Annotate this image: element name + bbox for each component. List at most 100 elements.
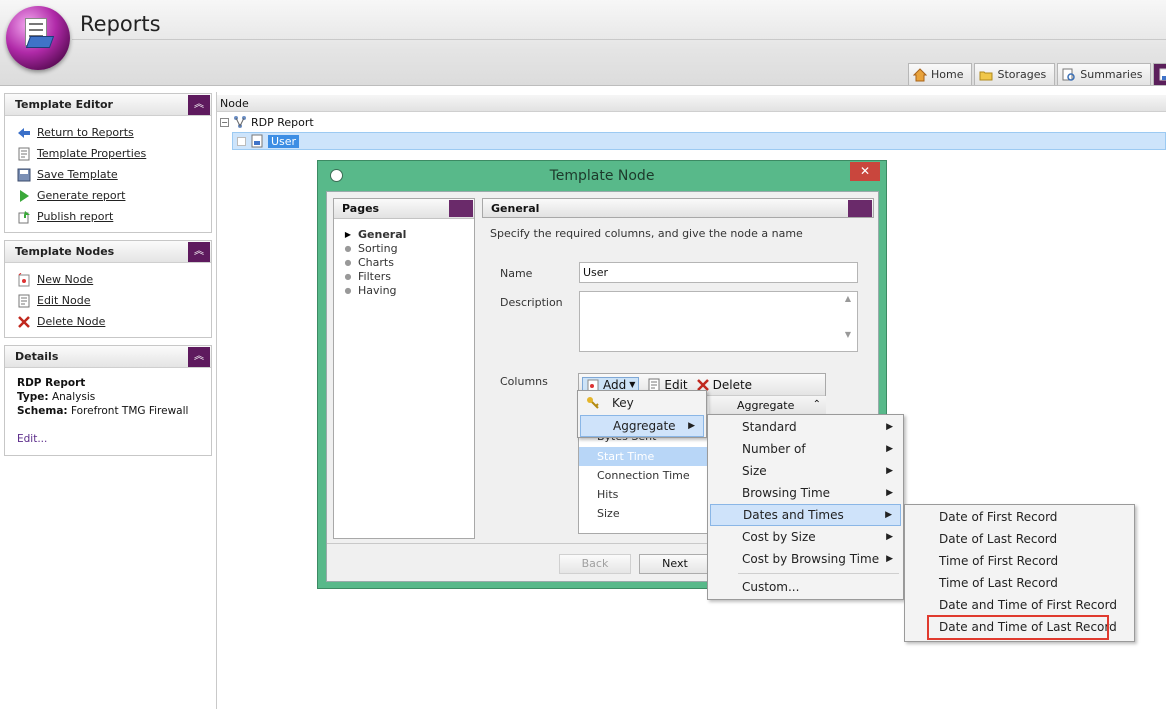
sort-up-icon: ⌃ bbox=[812, 399, 821, 410]
details-body: RDP Report Type: Analysis Schema: Forefr… bbox=[5, 368, 211, 454]
page-item-general[interactable]: ▶ General bbox=[344, 227, 474, 241]
edit-node-label[interactable]: Edit Node bbox=[37, 294, 91, 307]
dropdown-arrow-icon: ▼ bbox=[629, 380, 636, 389]
menu-standard-label: Standard bbox=[742, 420, 797, 434]
key-icon bbox=[587, 397, 599, 409]
node-column-header: Node bbox=[217, 95, 1166, 112]
general-header: General bbox=[482, 198, 874, 218]
return-to-reports-label[interactable]: Return to Reports bbox=[37, 126, 134, 139]
menu-item-time-first-record[interactable]: Time of First Record bbox=[907, 550, 1132, 572]
pages-header-button[interactable] bbox=[449, 200, 473, 217]
collapse-up-icon[interactable]: ︽ bbox=[188, 95, 210, 115]
menu-item-cost-by-browsing-time[interactable]: Cost by Browsing Time ▶ bbox=[710, 548, 901, 570]
page-item-sorting[interactable]: ● Sorting bbox=[344, 241, 474, 255]
menu-item-date-last-record[interactable]: Date of Last Record bbox=[907, 528, 1132, 550]
tree-root-item[interactable]: − RDP Report bbox=[220, 114, 314, 130]
menu-datetime-first-label: Date and Time of First Record bbox=[939, 598, 1117, 612]
menu-item-dates-and-times[interactable]: Dates and Times ▶ bbox=[710, 504, 901, 526]
publish-report-link[interactable]: Publish report bbox=[5, 206, 211, 227]
aggregate-column-header[interactable]: Aggregate ⌃ bbox=[709, 396, 826, 416]
return-to-reports-link[interactable]: Return to Reports bbox=[5, 122, 211, 143]
tab-summaries[interactable]: Summaries bbox=[1057, 63, 1152, 85]
collapse-up-icon[interactable]: ︽ bbox=[188, 347, 210, 367]
menu-item-date-first-record[interactable]: Date of First Record bbox=[907, 506, 1132, 528]
menu-item-browsing-time[interactable]: Browsing Time ▶ bbox=[710, 482, 901, 504]
collapse-up-icon[interactable]: ︽ bbox=[188, 242, 210, 262]
menu-custom-label: Custom... bbox=[742, 580, 800, 594]
submenu-arrow-icon: ▶ bbox=[886, 466, 893, 476]
details-schema-value: Forefront TMG Firewall bbox=[70, 405, 189, 417]
publish-report-label[interactable]: Publish report bbox=[37, 210, 113, 223]
details-title: Details bbox=[15, 350, 59, 363]
new-node-label[interactable]: New Node bbox=[37, 273, 93, 286]
general-title: General bbox=[491, 202, 540, 215]
submenu-arrow-icon: ▶ bbox=[886, 554, 893, 564]
menu-item-number-of[interactable]: Number of ▶ bbox=[710, 438, 901, 460]
name-input[interactable]: User bbox=[579, 262, 858, 283]
delete-node-link[interactable]: Delete Node bbox=[5, 311, 211, 332]
tree-expander[interactable]: − bbox=[220, 117, 229, 127]
tab-home[interactable]: Home bbox=[908, 63, 973, 85]
save-template-link[interactable]: Save Template bbox=[5, 164, 211, 185]
description-textarea[interactable]: ▲ ▼ bbox=[579, 291, 858, 352]
template-properties-label[interactable]: Template Properties bbox=[37, 147, 146, 160]
general-header-button[interactable] bbox=[848, 200, 872, 217]
menu-item-size[interactable]: Size ▶ bbox=[710, 460, 901, 482]
next-button[interactable]: Next bbox=[639, 554, 711, 574]
page-item-having[interactable]: ● Having bbox=[344, 283, 474, 297]
general-description: Specify the required columns, and give t… bbox=[490, 227, 803, 240]
template-nodes-title: Template Nodes bbox=[15, 245, 115, 258]
submenu-arrow-icon: ▶ bbox=[886, 532, 893, 542]
menu-dates-and-times-label: Dates and Times bbox=[743, 508, 844, 522]
play-icon bbox=[20, 189, 29, 202]
back-arrow-icon bbox=[18, 127, 30, 138]
pages-list: ▶ General ● Sorting ● Charts ● Filters ● Havi… bbox=[334, 219, 474, 297]
menu-item-aggregate[interactable]: Aggregate ▶ bbox=[580, 415, 704, 437]
content-divider bbox=[216, 92, 217, 709]
page-title: Reports bbox=[80, 12, 161, 36]
menu-item-custom[interactable]: Custom... bbox=[710, 576, 901, 598]
tab-storages[interactable]: Storages bbox=[974, 63, 1056, 85]
app-header: Reports Home Storages Summaries Re bbox=[0, 0, 1166, 86]
menu-item-time-last-record[interactable]: Time of Last Record bbox=[907, 572, 1132, 594]
submenu-arrow-icon: ▶ bbox=[886, 488, 893, 498]
header-divider bbox=[72, 39, 1166, 40]
tab-summaries-label: Summaries bbox=[1080, 68, 1143, 81]
dialog-titlebar[interactable]: Template Node ✕ bbox=[318, 161, 886, 191]
publish-icon bbox=[18, 210, 30, 223]
top-tabs: Home Storages Summaries Re bbox=[908, 63, 1166, 85]
menu-item-cost-by-size[interactable]: Cost by Size ▶ bbox=[710, 526, 901, 548]
template-properties-link[interactable]: Template Properties bbox=[5, 143, 211, 164]
menu-item-datetime-first-record[interactable]: Date and Time of First Record bbox=[907, 594, 1132, 616]
page-item-filters[interactable]: ● Filters bbox=[344, 269, 474, 283]
aggregate-submenu: Standard ▶ Number of ▶ Size ▶ Browsing Time… bbox=[707, 414, 904, 600]
delete-node-label[interactable]: Delete Node bbox=[37, 315, 105, 328]
generate-report-link[interactable]: Generate report bbox=[5, 185, 211, 206]
page-item-charts[interactable]: ● Charts bbox=[344, 255, 474, 269]
back-button[interactable]: Back bbox=[559, 554, 631, 574]
menu-item-key[interactable]: Key bbox=[580, 392, 704, 414]
new-node-link[interactable]: New Node bbox=[5, 269, 211, 290]
details-edit-link[interactable]: Edit... bbox=[17, 432, 199, 446]
menu-cost-by-size-label: Cost by Size bbox=[742, 530, 816, 544]
textarea-scrollbar[interactable]: ▲ ▼ bbox=[841, 294, 855, 349]
menu-date-last-label: Date of Last Record bbox=[939, 532, 1058, 546]
menu-separator bbox=[738, 573, 899, 574]
details-schema-label: Schema: bbox=[17, 405, 68, 417]
page-filters-label: Filters bbox=[358, 269, 391, 283]
menu-time-last-label: Time of Last Record bbox=[939, 576, 1058, 590]
menu-number-of-label: Number of bbox=[742, 442, 806, 456]
generate-report-label[interactable]: Generate report bbox=[37, 189, 125, 202]
new-node-icon bbox=[18, 272, 30, 286]
tab-reports[interactable]: Re bbox=[1153, 63, 1166, 85]
tree-hierarchy-icon bbox=[234, 116, 246, 128]
save-template-label[interactable]: Save Template bbox=[37, 168, 118, 181]
delete-label: Delete bbox=[712, 377, 753, 392]
tree-child-item-selected[interactable]: User bbox=[232, 132, 1166, 150]
menu-item-standard[interactable]: Standard ▶ bbox=[710, 416, 901, 438]
save-icon bbox=[17, 168, 31, 181]
edit-node-link[interactable]: Edit Node bbox=[5, 290, 211, 311]
submenu-arrow-icon: ▶ bbox=[688, 421, 695, 431]
close-icon[interactable]: ✕ bbox=[850, 162, 880, 181]
aggregate-header-label: Aggregate bbox=[737, 399, 795, 412]
